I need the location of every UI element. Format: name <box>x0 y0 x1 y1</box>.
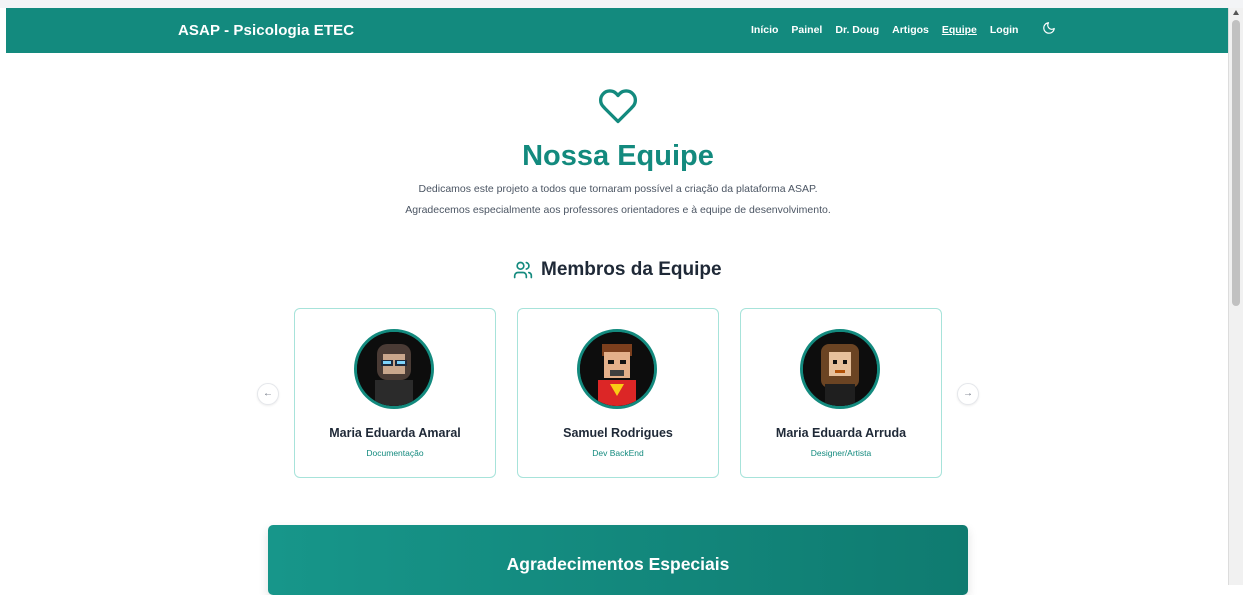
heart-icon <box>598 89 638 124</box>
nav-link-inicio[interactable]: Início <box>751 24 778 36</box>
navbar: ASAP - Psicologia ETEC Início Painel Dr.… <box>6 8 1228 53</box>
team-member-card[interactable]: Maria Eduarda Arruda Designer/Artista <box>740 308 942 478</box>
nav-links: Início Painel Dr. Doug Artigos Equipe Lo… <box>751 24 1031 36</box>
pixel-avatar-image <box>803 332 877 406</box>
members-section-heading: Membros da Equipe <box>513 259 722 281</box>
page-scrollbar[interactable] <box>1228 8 1243 585</box>
arrow-right-icon: → <box>963 388 973 399</box>
moon-icon[interactable] <box>1042 21 1056 35</box>
pixel-avatar-image <box>357 332 431 406</box>
member-role: Dev BackEnd <box>592 448 644 458</box>
avatar <box>577 329 657 409</box>
browser-top-strip <box>0 0 1243 8</box>
page-title: Nossa Equipe <box>522 140 714 172</box>
carousel-prev-button[interactable]: ← <box>257 383 279 405</box>
pixel-avatar-image <box>580 332 654 406</box>
arrow-left-icon: ← <box>263 388 273 399</box>
nav-link-painel[interactable]: Painel <box>791 24 822 36</box>
avatar <box>800 329 880 409</box>
members-section-title: Membros da Equipe <box>541 259 722 280</box>
team-member-card[interactable]: Samuel Rodrigues Dev BackEnd <box>517 308 719 478</box>
page-description-line-1: Dedicamos este projeto a todos que torna… <box>418 183 818 195</box>
scroll-up-icon[interactable] <box>1233 10 1239 15</box>
special-thanks-title: Agradecimentos Especiais <box>506 554 730 574</box>
avatar <box>354 329 434 409</box>
member-role: Documentação <box>366 448 424 458</box>
member-name: Samuel Rodrigues <box>563 426 673 440</box>
page-description-line-2: Agradecemos especialmente aos professore… <box>405 204 831 216</box>
users-icon <box>513 261 533 279</box>
carousel-next-button[interactable]: → <box>957 383 979 405</box>
brand-title[interactable]: ASAP - Psicologia ETEC <box>178 22 354 39</box>
nav-link-artigos[interactable]: Artigos <box>892 24 929 36</box>
member-name: Maria Eduarda Amaral <box>329 426 461 440</box>
nav-link-dr-doug[interactable]: Dr. Doug <box>835 24 879 36</box>
member-role: Designer/Artista <box>810 448 872 458</box>
team-member-card[interactable]: Maria Eduarda Amaral Documentação <box>294 308 496 478</box>
nav-link-equipe[interactable]: Equipe <box>942 24 977 36</box>
nav-link-login[interactable]: Login <box>990 24 1019 36</box>
member-name: Maria Eduarda Arruda <box>775 426 907 440</box>
